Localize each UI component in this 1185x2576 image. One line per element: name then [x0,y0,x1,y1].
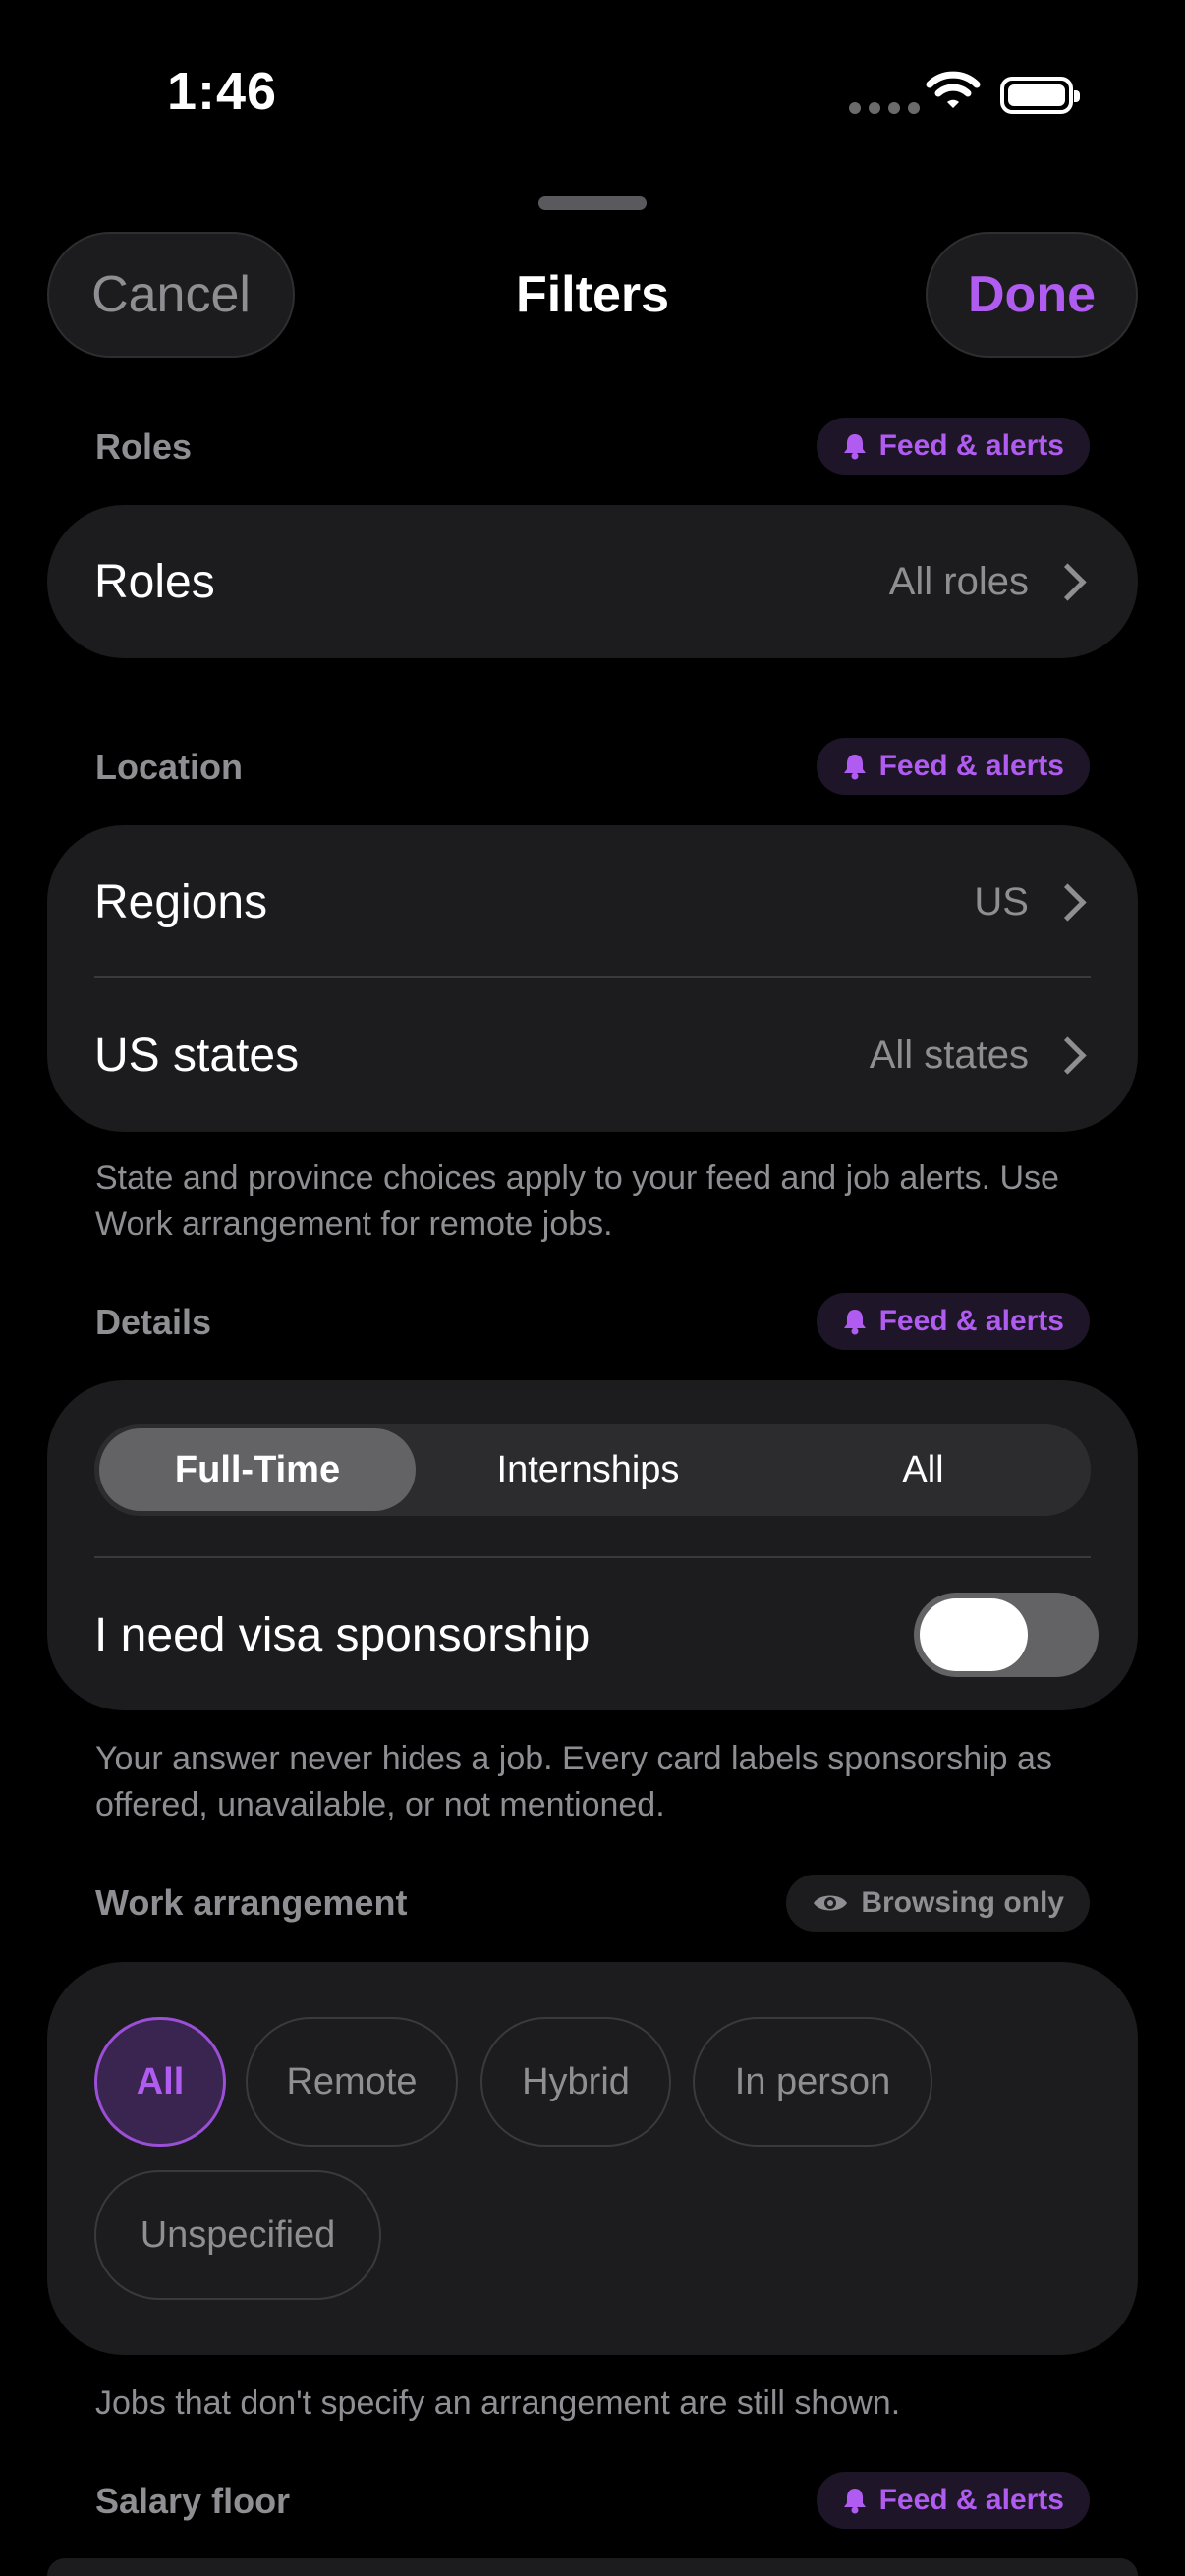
cellular-signal-icon [849,102,920,114]
browsing-only-badge: Browsing only [786,1875,1090,1932]
section-label-work-arrangement: Work arrangement [95,1882,408,1923]
visa-sponsorship-toggle[interactable] [914,1593,1099,1677]
roles-card: Roles All roles [47,505,1138,658]
section-label-details: Details [95,1302,212,1342]
segment-all[interactable]: All [756,1424,1091,1516]
sheet-grabber[interactable] [538,196,647,210]
chip-remote[interactable]: Remote [246,2017,458,2147]
visa-label: I need visa sponsorship [94,1608,591,1661]
job-type-segmented-control: Full-Time Internships All [94,1424,1091,1516]
status-time: 1:46 [167,62,278,121]
work-arrangement-footnote: Jobs that don't specify an arrangement a… [95,2384,901,2422]
section-label-salary-floor: Salary floor [95,2481,291,2521]
wifi-icon [926,71,981,108]
toggle-knob [920,1598,1028,1671]
badge-label: Feed & alerts [878,1305,1064,1337]
salary-floor-card [47,2558,1138,2576]
row-label: Regions [94,875,268,928]
chevron-right-icon [1048,882,1087,922]
row-value: All roles [888,559,1029,603]
location-card: Regions US US states All states [47,825,1138,1132]
badge-label: Feed & alerts [878,429,1064,462]
done-button[interactable]: Done [926,232,1138,358]
details-footnote: Your answer never hides a job. Every car… [95,1740,1052,1823]
bell-icon [843,1310,866,1335]
bell-icon [843,2489,866,2514]
feed-alerts-badge: Feed & alerts [816,738,1090,795]
eye-icon [814,1895,848,1911]
section-label-roles: Roles [95,426,193,467]
badge-label: Feed & alerts [878,2484,1064,2516]
details-card: Full-Time Internships All I need visa sp… [47,1380,1138,1710]
chip-hybrid[interactable]: Hybrid [480,2017,671,2147]
visa-row: I need visa sponsorship [47,1559,1138,1710]
bell-icon [843,755,866,780]
divider [94,976,1091,978]
row-label: US states [94,1029,300,1082]
work-arrangement-card: All Remote Hybrid In person Unspecified [47,1962,1138,2355]
segment-internships[interactable]: Internships [421,1424,756,1516]
chevron-right-icon [1048,1036,1087,1075]
row-value: US [974,879,1029,924]
chevron-right-icon [1048,562,1087,601]
divider [94,1556,1091,1558]
feed-alerts-badge: Feed & alerts [816,2472,1090,2529]
roles-row[interactable]: Roles All roles [47,505,1138,658]
section-label-location: Location [95,747,243,787]
location-footnote: State and province choices apply to your… [95,1159,1059,1243]
chip-in-person[interactable]: In person [693,2017,932,2147]
battery-icon [1000,77,1080,114]
bell-icon [843,434,866,460]
row-label: Roles [94,555,215,608]
badge-label: Feed & alerts [878,750,1064,782]
chip-unspecified[interactable]: Unspecified [94,2170,381,2300]
feed-alerts-badge: Feed & alerts [816,418,1090,475]
segment-full-time[interactable]: Full-Time [99,1428,416,1511]
chip-all[interactable]: All [94,2017,226,2147]
badge-label: Browsing only [861,1886,1064,1919]
feed-alerts-badge: Feed & alerts [816,1293,1090,1350]
us-states-row[interactable]: US states All states [47,979,1138,1132]
row-value: All states [869,1033,1029,1077]
regions-row[interactable]: Regions US [47,825,1138,979]
